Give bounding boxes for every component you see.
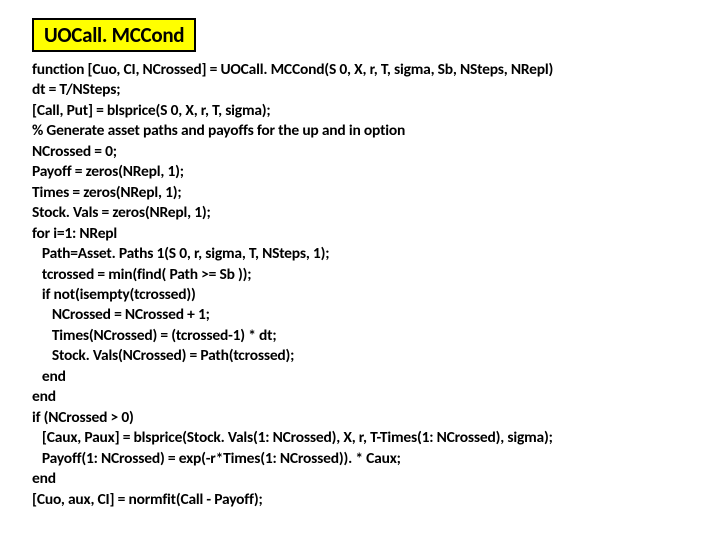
code-line: Path=Asset. Paths 1(S 0, r, sigma, T, NS… — [32, 244, 329, 263]
code-line: [Call, Put] = blsprice(S 0, X, r, T, sig… — [32, 101, 271, 120]
code-line: [Cuo, aux, CI] = normfit(Call - Payoff); — [32, 490, 263, 509]
code-line: Stock. Vals(NCrossed) = Path(tcrossed); — [32, 346, 294, 365]
code-line: tcrossed = min(find( Path >= Sb )); — [32, 265, 251, 284]
title-box: UOCall. MCCond — [32, 18, 196, 52]
code-line: Payoff(1: NCrossed) = exp(-r*Times(1: NC… — [32, 449, 401, 468]
code-line: for i=1: NRepl — [32, 224, 117, 243]
code-line: end — [32, 469, 56, 488]
code-line: end — [32, 387, 56, 406]
code-line: Payoff = zeros(NRepl, 1); — [32, 162, 184, 181]
code-line: Times(NCrossed) = (tcrossed-1) * dt; — [32, 326, 276, 345]
code-line: function [Cuo, CI, NCrossed] = UOCall. M… — [32, 60, 553, 79]
code-line: NCrossed = NCrossed + 1; — [32, 305, 210, 324]
code-line: NCrossed = 0; — [32, 142, 117, 161]
code-line: Stock. Vals = zeros(NRepl, 1); — [32, 203, 211, 222]
title-text: UOCall. MCCond — [44, 22, 184, 48]
code-line: if (NCrossed > 0) — [32, 408, 134, 427]
code-block: function [Cuo, CI, NCrossed] = UOCall. M… — [32, 60, 688, 510]
code-line: end — [32, 367, 66, 386]
code-line: [Caux, Paux] = blsprice(Stock. Vals(1: N… — [32, 428, 553, 447]
code-line: % Generate asset paths and payoffs for t… — [32, 121, 405, 140]
code-line: dt = T/NSteps; — [32, 80, 120, 99]
code-line: if not(isempty(tcrossed)) — [32, 285, 196, 304]
code-line: Times = zeros(NRepl, 1); — [32, 183, 181, 202]
